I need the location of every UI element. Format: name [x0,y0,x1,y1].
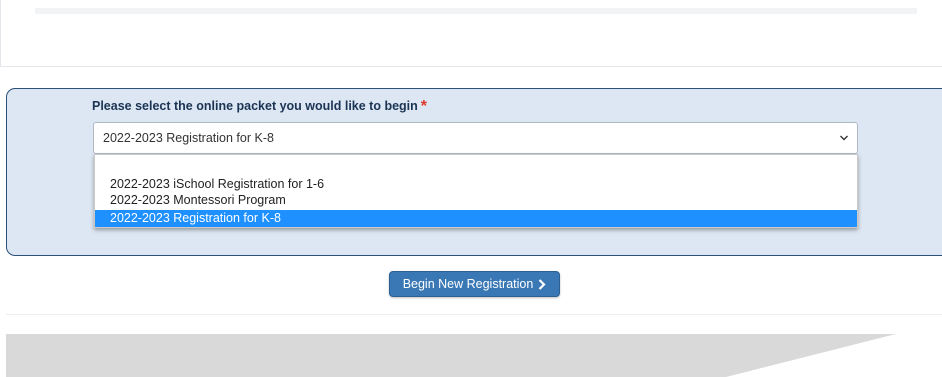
packet-select[interactable]: 2022-2023 Registration for K-8 [93,122,858,154]
required-marker: * [420,98,428,115]
packet-option[interactable]: 2022-2023 Montessori Program [95,192,857,209]
packet-option-selected[interactable]: 2022-2023 Registration for K-8 [95,210,857,227]
packet-prompt-label: Please select the online packet you woul… [92,97,427,115]
packet-option[interactable]: 2022-2023 iSchool Registration for 1-6 [95,176,857,193]
begin-registration-label: Begin New Registration [402,277,534,291]
top-card [0,0,942,67]
packet-prompt-text: Please select the online packet you woul… [92,99,418,113]
section-divider [6,314,942,315]
footer-band [6,334,942,377]
begin-registration-button[interactable]: Begin New Registration [389,271,560,297]
top-card-bar [35,8,917,14]
chevron-down-icon [840,135,848,141]
packet-dropdown-list: 2022-2023 iSchool Registration for 1-6 2… [94,154,858,228]
packet-select-value: 2022-2023 Registration for K-8 [103,131,274,145]
chevron-right-icon [539,278,546,290]
